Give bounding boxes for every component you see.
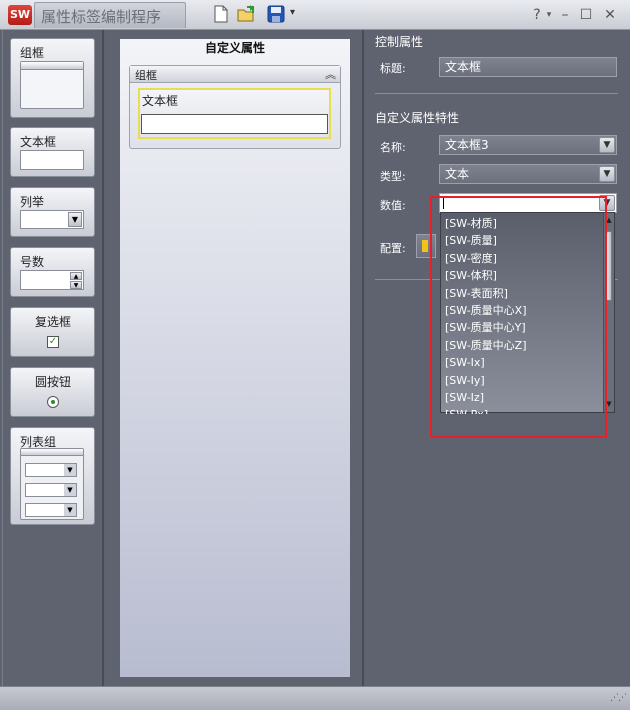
title-bar: SW 属性标签编制程序 ▾ ? ▾ – ☐ ✕	[0, 0, 630, 30]
canvas-title: 自定义属性	[204, 41, 265, 55]
save-menu-arrow[interactable]: ▾	[290, 7, 295, 18]
type-label: 类型:	[380, 170, 406, 183]
type-dropdown-arrow-icon[interactable]: ▼	[599, 166, 615, 182]
palette-checkbox-label: 复选框	[35, 315, 72, 329]
palette-checkbox[interactable]: 复选框 ✓	[10, 307, 95, 357]
palette-number-label: 号数	[20, 255, 45, 269]
value-label: 数值:	[380, 199, 406, 212]
window-title: 属性标签编制程序	[41, 8, 162, 26]
combobox-preview-icon: ▼	[20, 210, 84, 229]
title-input[interactable]: 文本框	[439, 57, 617, 77]
spinner-preview-icon: ▲ ▼	[20, 270, 84, 290]
groupbox-preview-icon	[20, 61, 84, 109]
palette-list-group[interactable]: 列表组 ▼ ▼ ▼	[10, 427, 95, 525]
palette-groupbox[interactable]: 组框	[10, 38, 95, 118]
title-label: 标题:	[380, 62, 406, 75]
groupbox-title: 组框	[135, 69, 157, 82]
palette-listing[interactable]: 列举 ▼	[10, 187, 95, 237]
name-dropdown-arrow-icon[interactable]: ▼	[599, 137, 615, 153]
palette-textbox[interactable]: 文本框	[10, 127, 95, 177]
config-label: 配置:	[380, 242, 406, 255]
highlight-box	[430, 196, 607, 438]
name-label: 名称:	[380, 141, 406, 154]
new-document-button[interactable]	[211, 5, 231, 25]
close-icon: ✕	[604, 7, 616, 23]
name-combobox[interactable]: 文本框3 ▼	[439, 135, 617, 155]
maximize-icon: ☐	[579, 7, 593, 23]
title-tab: 属性标签编制程序	[34, 2, 186, 28]
open-file-button[interactable]	[237, 5, 257, 25]
type-combobox[interactable]: 文本 ▼	[439, 164, 617, 184]
minimize-icon: –	[561, 7, 569, 23]
textbox-preview-icon	[20, 150, 84, 170]
save-button[interactable]	[266, 5, 286, 25]
palette-radio-button[interactable]: 圆按钮	[10, 367, 95, 417]
design-canvas[interactable]: 自定义属性 组框 ︽ 文本框	[120, 39, 350, 677]
control-properties-heading: 控制属性	[375, 35, 424, 49]
resize-grip-icon[interactable]: ⋰⋰	[610, 693, 627, 703]
groupbox-header: 组框 ︽	[130, 66, 340, 83]
open-folder-icon	[237, 5, 254, 22]
canvas-textbox-input[interactable]	[141, 114, 328, 134]
palette-textbox-label: 文本框	[20, 135, 57, 149]
radio-preview-icon	[47, 396, 59, 408]
config-icon	[422, 240, 428, 252]
properties-panel: 控制属性 标题: 文本框 自定义属性特性 名称: 文本框3 ▼ 类型: 文本 ▼…	[366, 30, 630, 686]
canvas-textbox-label: 文本框	[142, 94, 179, 108]
canvas-groupbox[interactable]: 组框 ︽ 文本框	[129, 65, 341, 149]
palette-number[interactable]: 号数 ▲ ▼	[10, 247, 95, 297]
palette-groupbox-label: 组框	[20, 46, 45, 60]
type-value: 文本	[445, 167, 470, 181]
controls-palette: 组框 文本框 列举 ▼ 号数 ▲ ▼ 复选框 ✓ 圆按钮 列表组 ▼ ▼ ▼	[0, 30, 104, 686]
new-document-icon	[214, 5, 228, 23]
canvas-textbox-control[interactable]: 文本框	[138, 88, 331, 139]
save-disk-icon	[267, 5, 285, 23]
custom-properties-heading: 自定义属性特性	[375, 111, 460, 125]
section-divider	[375, 93, 618, 94]
close-button[interactable]: ✕	[601, 5, 619, 25]
name-value: 文本框3	[445, 138, 489, 152]
solidworks-logo-icon[interactable]: SW	[8, 5, 32, 25]
list-group-preview-icon: ▼ ▼ ▼	[20, 448, 84, 520]
minimize-button[interactable]: –	[556, 5, 574, 25]
palette-radio-label: 圆按钮	[35, 375, 72, 389]
status-bar: ⋰⋰	[0, 686, 630, 710]
palette-listing-label: 列举	[20, 195, 45, 209]
collapse-chevron-icon[interactable]: ︽	[325, 66, 336, 82]
checkbox-preview-icon: ✓	[47, 336, 59, 348]
maximize-button[interactable]: ☐	[577, 5, 595, 25]
